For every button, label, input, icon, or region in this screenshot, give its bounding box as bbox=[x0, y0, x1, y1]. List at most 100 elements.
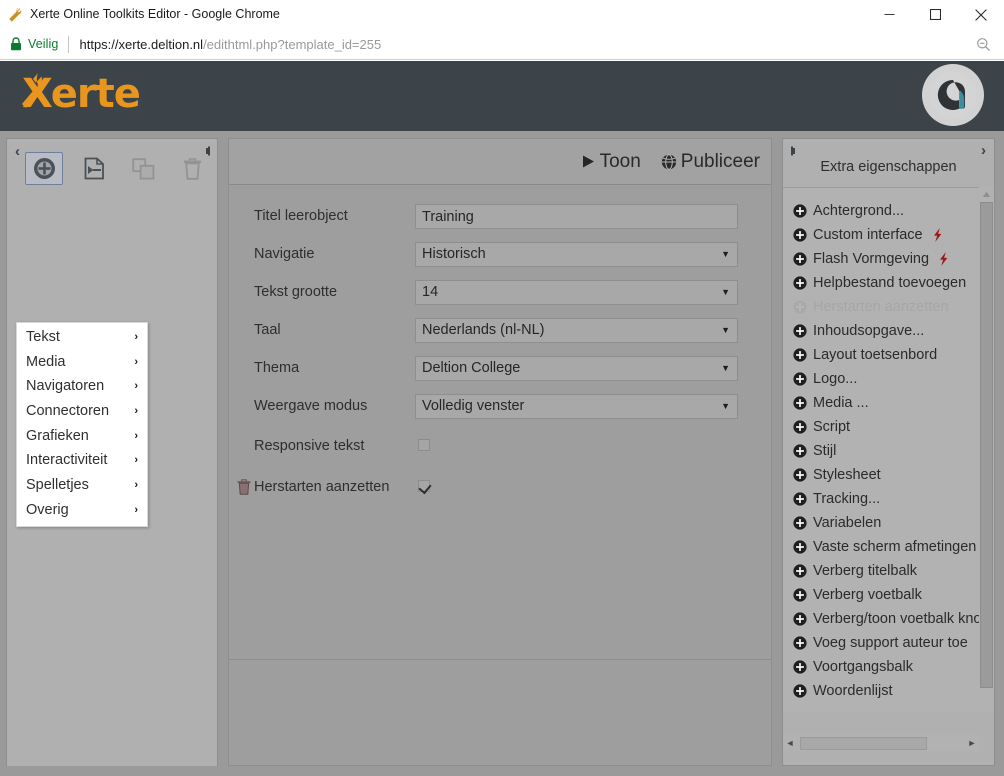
menu-item-grafieken[interactable]: Grafieken › bbox=[17, 424, 147, 449]
page-content: Xerte ‹ Tekst › Media › Navigatoren › Co… bbox=[0, 61, 1004, 776]
plus-circle-icon bbox=[793, 660, 807, 674]
collapse-left-panel-icon[interactable]: ‹ bbox=[15, 144, 20, 159]
extra-properties-list[interactable]: Achtergrond... Custom interface Flash Vorm… bbox=[783, 187, 994, 712]
extra-property-label: Custom interface bbox=[813, 227, 923, 243]
menu-item-spelletjes[interactable]: Spelletjes › bbox=[17, 473, 147, 498]
herstarten-aanzetten-checkbox[interactable] bbox=[418, 480, 430, 492]
extra-property-item[interactable]: Inhoudsopgave... bbox=[783, 319, 994, 343]
minimize-button[interactable] bbox=[866, 0, 912, 29]
extra-property-label: Achtergrond... bbox=[813, 203, 905, 219]
menu-item-overig[interactable]: Overig › bbox=[17, 498, 147, 523]
extra-property-item: Herstarten aanzetten bbox=[783, 295, 994, 319]
extra-property-label: Script bbox=[813, 419, 851, 435]
scroll-up-icon[interactable] bbox=[979, 188, 994, 200]
delete-property-icon[interactable] bbox=[237, 479, 251, 495]
thema-select[interactable]: Deltion College bbox=[415, 356, 738, 381]
pin-icon[interactable] bbox=[790, 144, 804, 158]
properties-form: Titel leerobject Navigatie Historisch ▼ … bbox=[229, 185, 771, 765]
taal-select-wrap: Nederlands (nl-NL) ▼ bbox=[415, 318, 738, 343]
plus-circle-icon bbox=[793, 516, 807, 530]
scroll-left-icon[interactable]: ◄ bbox=[783, 735, 797, 751]
tekst-grootte-select[interactable]: 14 bbox=[415, 280, 738, 305]
extra-property-item[interactable]: Tracking... bbox=[783, 487, 994, 511]
plus-circle-icon bbox=[793, 420, 807, 434]
extra-properties-hscrollbar[interactable]: ◄ ► bbox=[783, 735, 979, 751]
extra-property-item[interactable]: Achtergrond... bbox=[783, 199, 994, 223]
plus-circle-icon bbox=[793, 684, 807, 698]
extra-property-label: Flash Vormgeving bbox=[813, 251, 930, 267]
extra-property-item[interactable]: Voortgangsbalk bbox=[783, 655, 994, 679]
close-button[interactable] bbox=[958, 0, 1004, 29]
preview-label: Toon bbox=[599, 150, 641, 172]
extra-property-label: Verberg titelbalk bbox=[813, 563, 917, 579]
extra-property-item[interactable]: Helpbestand toevoegen bbox=[783, 271, 994, 295]
hscrollbar-track[interactable] bbox=[797, 736, 965, 750]
extra-property-item[interactable]: Custom interface bbox=[783, 223, 994, 247]
extra-property-item[interactable]: Verberg voetbalk bbox=[783, 583, 994, 607]
extra-property-label: Verberg voetbalk bbox=[813, 587, 922, 603]
menu-item-connectoren[interactable]: Connectoren › bbox=[17, 399, 147, 424]
extra-property-label: Voortgangsbalk bbox=[813, 659, 913, 675]
extra-property-item[interactable]: Stylesheet bbox=[783, 463, 994, 487]
avatar[interactable] bbox=[922, 64, 984, 126]
extra-property-item[interactable]: Verberg/toon voetbalk knop bbox=[783, 607, 994, 631]
extra-property-item[interactable]: Media ... bbox=[783, 391, 994, 415]
import-page-button[interactable] bbox=[75, 152, 113, 185]
scroll-right-icon[interactable]: ► bbox=[965, 735, 979, 751]
extra-property-item[interactable]: Vaste scherm afmetingen bbox=[783, 535, 994, 559]
xerte-logo: Xerte bbox=[22, 71, 141, 117]
publish-button[interactable]: Publiceer bbox=[661, 151, 760, 173]
plus-circle-icon bbox=[793, 492, 807, 506]
extra-property-item[interactable]: Voeg support auteur toe bbox=[783, 631, 994, 655]
omnibox-divider bbox=[68, 35, 70, 53]
maximize-button[interactable] bbox=[912, 0, 958, 29]
zoom-out-icon[interactable] bbox=[974, 35, 992, 53]
chevron-right-icon: › bbox=[134, 503, 138, 516]
collapse-right-panel-icon[interactable]: › bbox=[981, 143, 986, 158]
weergave-modus-select-wrap: Volledig venster ▼ bbox=[415, 394, 738, 419]
menu-item-label: Spelletjes bbox=[26, 477, 89, 494]
security-status-label: Veilig bbox=[28, 37, 59, 51]
responsive-tekst-checkbox[interactable] bbox=[418, 439, 430, 451]
copy-pages-icon bbox=[131, 157, 154, 180]
plus-circle-icon bbox=[793, 276, 807, 290]
extra-property-item[interactable]: Script bbox=[783, 415, 994, 439]
browser-omnibox[interactable]: Veilig https://xerte.deltion.nl/edithtml… bbox=[0, 29, 1004, 60]
extra-property-item[interactable]: Stijl bbox=[783, 439, 994, 463]
insert-menu[interactable]: Tekst › Media › Navigatoren › Connectore… bbox=[16, 322, 148, 527]
taal-select[interactable]: Nederlands (nl-NL) bbox=[415, 318, 738, 343]
extra-property-item[interactable]: Verberg titelbalk bbox=[783, 559, 994, 583]
navigatie-select[interactable]: Historisch bbox=[415, 242, 738, 267]
extra-property-label: Helpbestand toevoegen bbox=[813, 275, 967, 291]
extra-property-label: Inhoudsopgave... bbox=[813, 323, 925, 339]
field-label: Weergave modus bbox=[254, 398, 368, 414]
menu-item-navigatoren[interactable]: Navigatoren › bbox=[17, 374, 147, 399]
titel-leerobject-input[interactable] bbox=[415, 204, 738, 229]
extra-property-label: Herstarten aanzetten bbox=[813, 299, 949, 315]
form-row-taal: Taal Nederlands (nl-NL) ▼ bbox=[229, 318, 771, 356]
extra-property-label: Woordenlijst bbox=[813, 683, 893, 699]
menu-item-interactiviteit[interactable]: Interactiviteit › bbox=[17, 448, 147, 473]
chevron-right-icon: › bbox=[134, 454, 138, 467]
extra-properties-vscrollbar[interactable] bbox=[979, 187, 994, 712]
window-title: Xerte Online Toolkits Editor - Google Ch… bbox=[30, 7, 280, 21]
preview-button[interactable]: Toon bbox=[581, 151, 641, 173]
menu-item-tekst[interactable]: Tekst › bbox=[17, 325, 147, 350]
menu-item-media[interactable]: Media › bbox=[17, 350, 147, 375]
extra-property-label: Layout toetsenbord bbox=[813, 347, 938, 363]
xerte-editor-app: ‹ Tekst › Media › Navigatoren › Connecto… bbox=[0, 131, 1004, 776]
extra-property-item[interactable]: Layout toetsenbord bbox=[783, 343, 994, 367]
delete-page-button bbox=[173, 152, 211, 185]
extra-property-item[interactable]: Variabelen bbox=[783, 511, 994, 535]
weergave-modus-select[interactable]: Volledig venster bbox=[415, 394, 738, 419]
vscrollbar-thumb[interactable] bbox=[980, 202, 993, 688]
extra-property-item[interactable]: Flash Vormgeving bbox=[783, 247, 994, 271]
extra-property-item[interactable]: Logo... bbox=[783, 367, 994, 391]
hscrollbar-thumb[interactable] bbox=[800, 736, 927, 750]
extra-property-item[interactable]: Woordenlijst bbox=[783, 679, 994, 703]
form-divider bbox=[229, 659, 771, 660]
menu-item-label: Navigatoren bbox=[26, 378, 105, 395]
add-page-button[interactable] bbox=[25, 152, 63, 185]
wrench-icon bbox=[0, 0, 30, 29]
lock-icon bbox=[10, 37, 22, 51]
